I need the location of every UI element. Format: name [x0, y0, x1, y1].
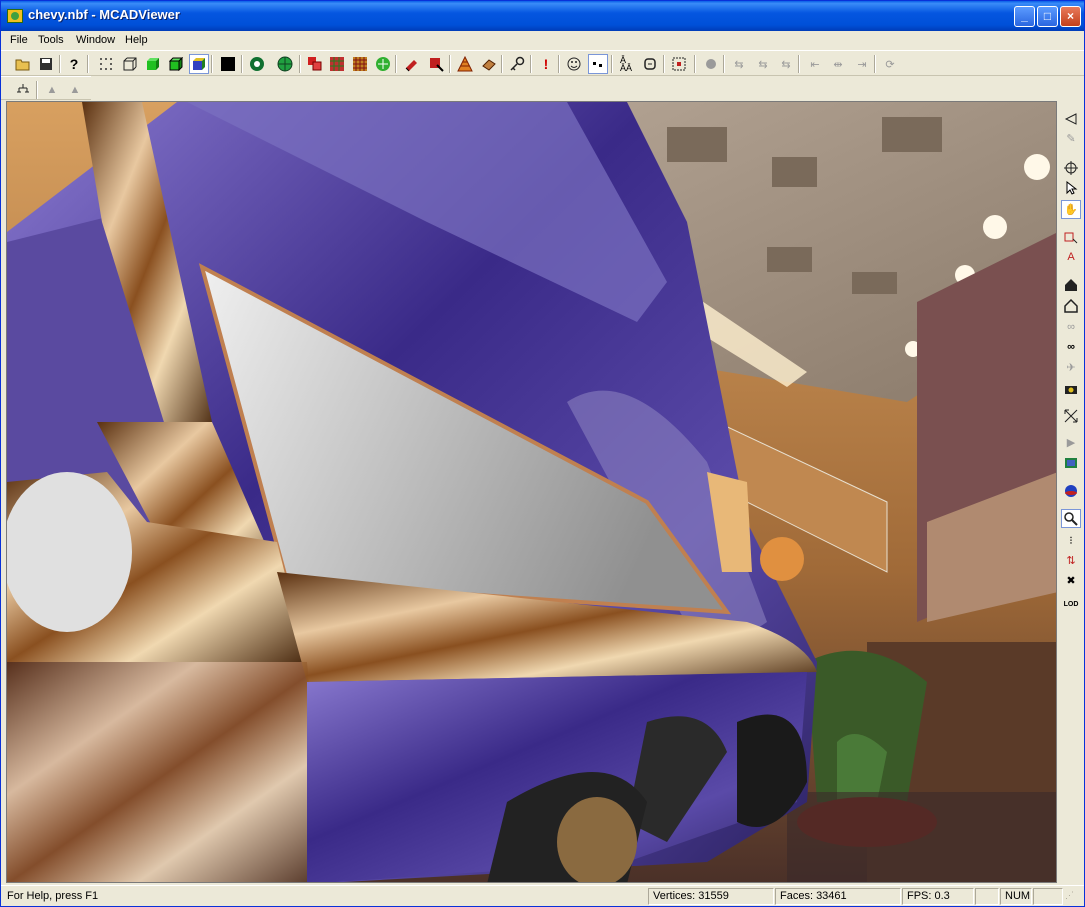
menu-file[interactable]: File	[10, 34, 28, 46]
film-icon[interactable]	[1061, 453, 1081, 472]
text-icon[interactable]: Ā ĀĀ	[616, 54, 636, 74]
resize-grip-icon[interactable]: ⋰	[1065, 890, 1081, 904]
tree-icon[interactable]	[13, 80, 33, 100]
right-toolbar: ✎ ✋ A ∞ ∞ ✈ ▶ ⁝ ⇅ ✖ LOD	[1059, 101, 1084, 611]
menu-bar: File Tools Window Help	[1, 31, 1084, 50]
smile-icon[interactable]	[564, 54, 584, 74]
status-bar: For Help, press F1 Vertices: 31559 Faces…	[1, 885, 1084, 906]
home-icon[interactable]	[1061, 296, 1081, 315]
tools-icon[interactable]: ✖	[1061, 571, 1081, 590]
anim-2-icon[interactable]: ⇆	[753, 54, 773, 74]
maximize-button[interactable]: □	[1037, 6, 1058, 27]
boot-2-icon[interactable]: ▲	[65, 80, 85, 100]
status-empty	[975, 888, 999, 905]
cycle-icon[interactable]	[640, 54, 660, 74]
footsteps-icon[interactable]: ⁝	[1061, 531, 1081, 550]
split-icon[interactable]: ⇅	[1061, 551, 1081, 570]
grid-icon[interactable]	[373, 54, 393, 74]
environment-icon[interactable]	[247, 54, 267, 74]
triangle-icon[interactable]	[455, 54, 475, 74]
anim-6-icon[interactable]: ⇥	[852, 54, 872, 74]
open-icon[interactable]	[13, 54, 33, 74]
status-vertices: Vertices: 31559	[648, 888, 774, 905]
menu-help[interactable]: Help	[125, 34, 148, 46]
menu-window[interactable]: Window	[76, 34, 115, 46]
camera-icon[interactable]	[1061, 379, 1081, 398]
dots-icon[interactable]	[588, 54, 608, 74]
anim-5-icon[interactable]: ⇹	[828, 54, 848, 74]
play-icon[interactable]: ▶	[1061, 433, 1081, 452]
alert-icon[interactable]: !	[536, 54, 556, 74]
anim-3-icon[interactable]: ⇆	[776, 54, 796, 74]
app-icon[interactable]	[7, 9, 23, 23]
zoom-icon[interactable]	[1061, 509, 1081, 528]
texture-icon[interactable]	[327, 54, 347, 74]
walk-icon[interactable]: ∞	[1061, 317, 1081, 336]
boot-icon[interactable]: ▲	[42, 80, 62, 100]
menu-tools[interactable]: Tools	[38, 34, 64, 46]
frame-icon[interactable]	[669, 54, 689, 74]
minimize-button[interactable]: _	[1014, 6, 1035, 27]
binoculars-icon[interactable]: ∞	[1061, 337, 1081, 356]
help-icon[interactable]: ?	[64, 54, 84, 74]
anim-4-icon[interactable]: ⇤	[805, 54, 825, 74]
status-empty-2	[1033, 888, 1063, 905]
lod-icon[interactable]: LOD	[1061, 595, 1081, 614]
fit-icon[interactable]	[1061, 406, 1081, 425]
home-plus-icon[interactable]	[1061, 275, 1081, 294]
close-button[interactable]: ×	[1060, 6, 1081, 27]
pointer-icon[interactable]	[1061, 178, 1081, 197]
fly-icon[interactable]: ✈	[1061, 358, 1081, 377]
background-icon[interactable]	[218, 54, 238, 74]
paint-icon[interactable]	[402, 54, 422, 74]
hand-icon[interactable]: ✋	[1061, 200, 1081, 219]
title-bar[interactable]: chevy.nbf - MCADViewer _ □ ×	[1, 1, 1084, 31]
points-icon[interactable]	[96, 54, 116, 74]
measure-icon[interactable]: A	[1061, 247, 1081, 266]
secondary-toolbar: ▲ ▲	[1, 76, 91, 100]
decal-icon[interactable]	[426, 54, 446, 74]
save-icon[interactable]	[36, 54, 56, 74]
material-icon[interactable]	[305, 54, 325, 74]
key-icon[interactable]	[507, 54, 527, 74]
status-fps: FPS: 0.3	[902, 888, 974, 905]
nav-2-icon[interactable]: ✎	[1061, 129, 1081, 148]
textured-icon[interactable]	[189, 54, 209, 74]
app-window: chevy.nbf - MCADViewer _ □ × File Tools …	[0, 0, 1085, 907]
shaded-icon[interactable]	[143, 54, 163, 74]
status-faces: Faces: 33461	[775, 888, 901, 905]
nav-left-icon[interactable]	[1061, 109, 1081, 128]
globe-icon[interactable]	[1061, 481, 1081, 500]
wireframe-icon[interactable]	[120, 54, 140, 74]
window-title: chevy.nbf - MCADViewer	[28, 7, 180, 22]
scene-render	[7, 102, 1056, 882]
anim-1-icon[interactable]: ⇆	[729, 54, 749, 74]
status-help: For Help, press F1	[7, 890, 99, 902]
eraser-icon[interactable]	[479, 54, 499, 74]
pattern-icon[interactable]	[350, 54, 370, 74]
record-icon[interactable]	[701, 54, 721, 74]
main-toolbar: ? ! Ā ĀĀ ⇆ ⇆ ⇆ ⇤ ⇹ ⇥ ⟳	[1, 50, 1084, 76]
status-num: NUM	[1000, 888, 1032, 905]
shaded-edges-icon[interactable]	[166, 54, 186, 74]
sphere-map-icon[interactable]	[275, 54, 295, 74]
anim-7-icon[interactable]: ⟳	[880, 54, 900, 74]
3d-viewport[interactable]	[6, 101, 1057, 883]
target-icon[interactable]	[1061, 158, 1081, 177]
box-select-icon[interactable]	[1061, 227, 1081, 246]
